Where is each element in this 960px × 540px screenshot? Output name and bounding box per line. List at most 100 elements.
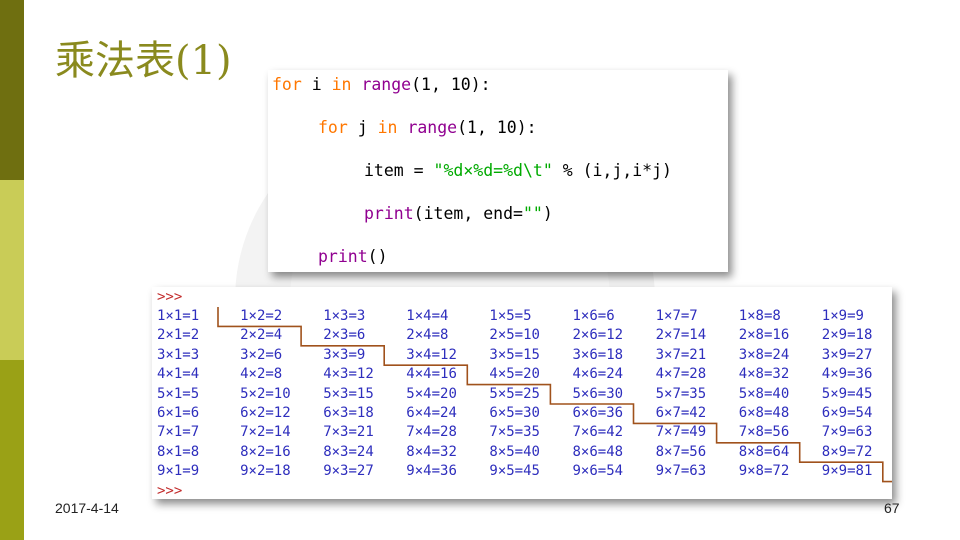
output-cell-1x2: 1×2=2 [240,308,283,324]
output-cell-5x5: 5×5=25 [489,385,540,402]
code-text: (item, end= [413,204,523,223]
code-string: "" [522,204,543,223]
output-cell-2x6: 2×6=12 [572,327,624,344]
slide-page-number: 67 [884,500,900,516]
code-keyword: in [331,75,352,94]
output-cell-8x4: 8×4=32 [406,443,457,460]
output-cell-6x1: 6×1=6 [157,405,200,421]
output-cell-7x8: 7×8=56 [738,424,790,441]
output-cell-9x2: 9×2=18 [240,463,291,480]
output-cell-5x6: 5×6=30 [572,385,624,402]
output-cell-8x6: 8×6=48 [572,443,624,460]
slide-title: 乘法表(1) [55,38,232,84]
output-cell-2x9: 2×9=18 [821,327,873,344]
code-builtin: print [318,247,368,266]
code-text: j [347,118,378,137]
output-cell-5x4: 5×4=20 [406,385,457,402]
output-cell-7x2: 7×2=14 [240,424,291,441]
output-cell-2x3: 2×3=6 [323,327,366,344]
output-cell-6x7: 6×7=42 [655,405,707,421]
output-cell-9x5: 9×5=45 [489,463,540,480]
output-cell-8x2: 8×2=16 [240,443,291,460]
slide-date: 2017-4-14 [55,500,119,516]
output-cell-1x1: 1×1=1 [157,308,200,324]
output-cell-8x9: 8×9=72 [821,443,873,460]
output-cell-9x6: 9×6=54 [572,463,624,480]
code-line-inner-loop: for j in range(1, 10): [318,118,537,137]
output-cell-5x3: 5×3=15 [323,385,374,402]
output-cell-7x5: 7×5=35 [489,424,540,441]
accent-bar-bottom [0,360,24,540]
code-text: i [301,75,332,94]
output-cell-3x6: 3×6=18 [572,346,624,363]
output-cell-2x7: 2×7=14 [655,327,707,344]
code-text: (1, 10): [411,75,491,94]
output-cell-1x8: 1×8=8 [738,308,781,324]
output-cell-3x4: 3×4=12 [406,346,457,363]
code-line-print-item: print(item, end="") [364,204,553,223]
output-cell-4x4: 4×4=16 [406,366,457,383]
output-cell-7x3: 7×3=21 [323,424,374,441]
output-cell-4x8: 4×8=32 [738,366,790,383]
output-cell-6x6: 6×6=36 [572,405,624,421]
output-cell-3x5: 3×5=15 [489,346,540,363]
output-cell-7x6: 7×6=42 [572,424,624,441]
output-cell-7x7: 7×7=49 [655,424,707,441]
output-cell-7x9: 7×9=63 [821,424,873,441]
output-cell-9x8: 9×8=72 [738,463,790,480]
shell-output-panel: >>> >>> 1×1=1 1×2=2 1×3=3 1×4=4 1×5=5 1×6=6 1×… [152,287,892,499]
output-cell-3x9: 3×9=27 [821,346,873,363]
code-text: () [367,247,388,266]
code-line-item-assign: item = "%d×%d=%d\t" % (i,j,i*j) [364,161,672,180]
output-cell-9x3: 9×3=27 [323,463,374,480]
output-cell-3x2: 3×2=6 [240,346,283,363]
code-keyword: for [318,118,348,137]
output-cell-6x9: 6×9=54 [821,405,873,421]
output-cell-9x7: 9×7=63 [655,463,707,480]
output-cell-7x4: 7×4=28 [406,424,457,441]
output-cell-8x8: 8×8=64 [738,443,790,460]
code-line-print-newline: print() [318,247,388,266]
code-string: "%d×%d=%d\t" [433,161,553,180]
output-cell-6x3: 6×3=18 [323,405,374,421]
output-cell-4x6: 4×6=24 [572,366,624,383]
output-cell-3x7: 3×7=21 [655,346,707,363]
output-cell-2x1: 2×1=2 [157,327,200,344]
code-builtin: range [361,75,412,94]
output-cell-9x4: 9×4=36 [406,463,457,480]
output-cell-3x1: 3×1=3 [157,346,200,363]
output-cell-5x2: 5×2=10 [240,385,291,402]
output-cell-1x6: 1×6=6 [572,308,615,324]
output-cell-3x8: 3×8=24 [738,346,790,363]
output-cell-4x9: 4×9=36 [821,366,873,383]
code-text: item = [364,161,434,180]
code-line-outer-loop: for i in range(1, 10): [272,75,491,94]
output-cell-4x3: 4×3=12 [323,366,374,383]
accent-bar-top [0,0,24,180]
output-cell-1x3: 1×3=3 [323,308,366,324]
output-cell-1x9: 1×9=9 [821,308,864,324]
output-cell-5x8: 5×8=40 [738,385,790,402]
code-text: (1, 10): [457,118,537,137]
output-cell-8x5: 8×5=40 [489,443,540,460]
output-cell-7x1: 7×1=7 [157,424,200,441]
output-cell-2x5: 2×5=10 [489,327,540,344]
output-cell-1x4: 1×4=4 [406,308,449,324]
output-cell-8x3: 8×3=24 [323,443,374,460]
code-text: ) [542,204,553,223]
output-cell-5x1: 5×1=5 [157,385,200,402]
output-cell-6x2: 6×2=12 [240,405,291,421]
output-cell-8x7: 8×7=56 [655,443,707,460]
code-builtin: print [364,204,414,223]
output-cell-2x8: 2×8=16 [738,327,790,344]
accent-bar-middle [0,180,24,360]
output-cell-8x1: 8×1=8 [157,443,200,460]
code-panel: for i in range(1, 10): for j in range(1,… [268,70,728,272]
output-cell-6x4: 6×4=24 [406,405,457,421]
output-cell-2x4: 2×4=8 [406,327,449,344]
output-cell-5x9: 5×9=45 [821,385,873,402]
output-cell-5x7: 5×7=35 [655,385,707,402]
code-builtin: range [407,118,458,137]
